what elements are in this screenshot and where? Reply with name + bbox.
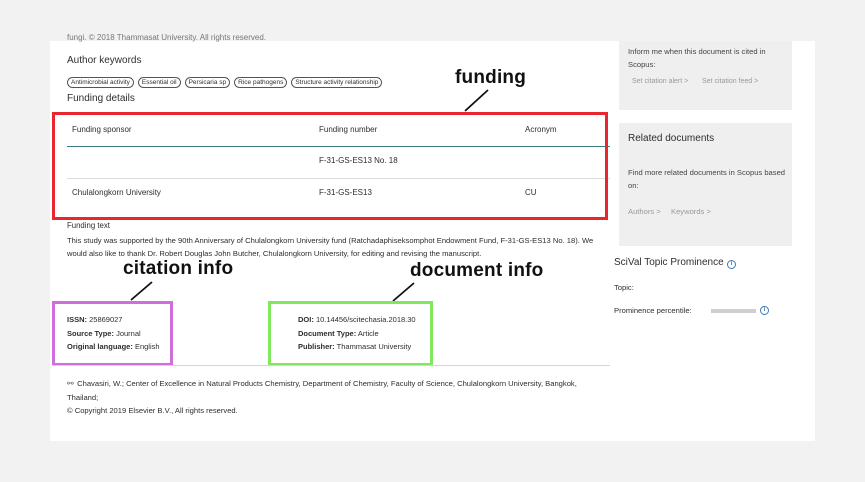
- cite-alert-text: Inform me when this document is cited in…: [628, 47, 766, 69]
- citation-annotation-label: citation info: [123, 258, 234, 279]
- keywords-list: Antimicrobial activity Essential oil Per…: [67, 77, 383, 88]
- keyword-chip[interactable]: Rice pathogens: [234, 77, 288, 88]
- citation-info: ISSN: 25869027 Source Type: Journal Orig…: [67, 313, 160, 354]
- affiliation-block: ⚯ Chavasiri, W.; Center of Excellence in…: [67, 377, 607, 418]
- doi-value[interactable]: 10.14456/scitechasia.2018.30: [316, 315, 416, 324]
- keyword-chip[interactable]: Structure activity relationship: [291, 77, 383, 88]
- related-keywords-link[interactable]: Keywords >: [671, 207, 711, 216]
- author-keywords-title: Author keywords: [67, 55, 142, 66]
- keyword-chip[interactable]: Antimicrobial activity: [67, 77, 134, 88]
- prominence-percentile-label: Prominence percentile:: [614, 306, 692, 315]
- info-icon[interactable]: i: [760, 306, 769, 315]
- section-divider: [52, 365, 610, 366]
- source-type-label: Source Type:: [67, 328, 114, 338]
- copyright-text: © Copyright 2019 Elsevier B.V., All righ…: [67, 406, 238, 415]
- doi-label: DOI:: [298, 315, 314, 324]
- issn-label: ISSN:: [67, 315, 88, 324]
- set-citation-feed-link[interactable]: Set citation feed >: [702, 78, 758, 85]
- set-citation-alert-link[interactable]: Set citation alert >: [632, 78, 688, 85]
- funding-text: This study was supported by the 90th Ann…: [67, 236, 594, 258]
- document-info: DOI: 10.14456/scitechasia.2018.30 Docume…: [298, 313, 416, 354]
- funding-annotation-label: funding: [455, 67, 527, 88]
- citation-annotation-arrow: [130, 281, 153, 301]
- document-annotation-label: document info: [410, 260, 544, 281]
- source-type-value: Journal: [116, 328, 141, 338]
- document-annotation-arrow: [392, 282, 415, 302]
- abstract-fragment: fungi. © 2018 Thammasat University. All …: [67, 33, 267, 42]
- affiliation-text: Chavasiri, W.; Center of Excellence in N…: [67, 379, 577, 402]
- document-type-value: Article: [357, 328, 379, 338]
- publisher-value: Thammasat University: [336, 342, 412, 352]
- related-documents-title: Related documents: [628, 133, 715, 144]
- document-type-label: Document Type:: [298, 328, 357, 338]
- language-value: English: [134, 342, 160, 352]
- prominence-bar: [711, 309, 756, 313]
- funding-details-title: Funding details: [67, 93, 135, 104]
- funding-text-title: Funding text: [67, 221, 110, 230]
- scival-title: SciVal Topic Prominence: [614, 257, 724, 268]
- person-icon: ⚯: [67, 379, 74, 388]
- funding-annotation-arrow: [464, 89, 489, 112]
- keyword-chip[interactable]: Essential oil: [137, 77, 181, 88]
- related-authors-link[interactable]: Authors >: [628, 207, 661, 216]
- issn-value: 25869027: [89, 315, 123, 324]
- info-icon[interactable]: i: [727, 260, 736, 269]
- language-label: Original language:: [67, 342, 133, 352]
- topic-label: Topic:: [614, 283, 634, 292]
- keyword-chip[interactable]: Persicaria sp: [184, 77, 231, 88]
- publisher-label: Publisher:: [298, 342, 335, 352]
- funding-highlight-box: [52, 112, 608, 220]
- related-documents-text: Find more related documents in Scopus ba…: [628, 168, 786, 190]
